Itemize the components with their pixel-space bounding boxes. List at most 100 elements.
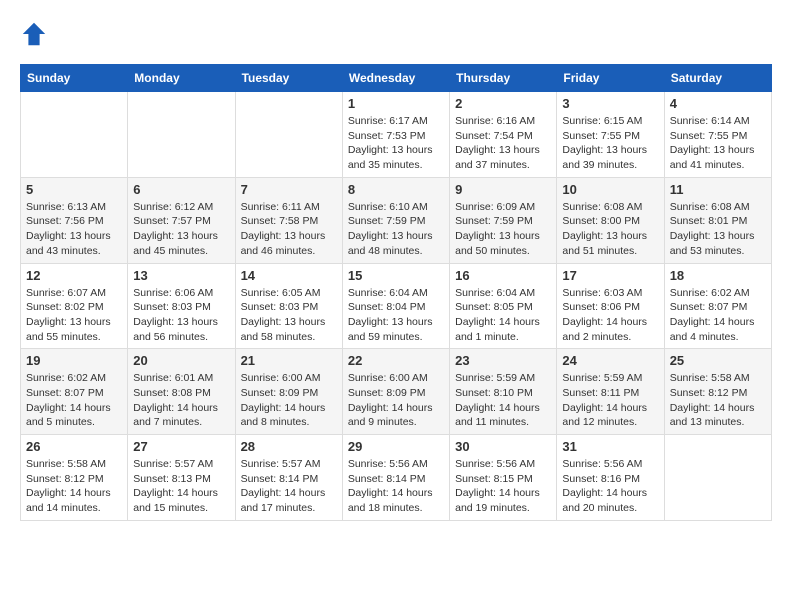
day-info: Sunrise: 6:12 AM Sunset: 7:57 PM Dayligh… bbox=[133, 200, 229, 259]
day-info: Sunrise: 6:13 AM Sunset: 7:56 PM Dayligh… bbox=[26, 200, 122, 259]
day-number: 6 bbox=[133, 182, 229, 197]
day-info: Sunrise: 6:10 AM Sunset: 7:59 PM Dayligh… bbox=[348, 200, 444, 259]
day-number: 19 bbox=[26, 353, 122, 368]
day-number: 31 bbox=[562, 439, 658, 454]
day-number: 23 bbox=[455, 353, 551, 368]
calendar-cell bbox=[21, 92, 128, 178]
day-info: Sunrise: 5:56 AM Sunset: 8:16 PM Dayligh… bbox=[562, 457, 658, 516]
weekday-header-friday: Friday bbox=[557, 65, 664, 92]
day-info: Sunrise: 5:57 AM Sunset: 8:13 PM Dayligh… bbox=[133, 457, 229, 516]
calendar-cell: 1Sunrise: 6:17 AM Sunset: 7:53 PM Daylig… bbox=[342, 92, 449, 178]
day-number: 12 bbox=[26, 268, 122, 283]
calendar-cell: 8Sunrise: 6:10 AM Sunset: 7:59 PM Daylig… bbox=[342, 177, 449, 263]
day-info: Sunrise: 6:02 AM Sunset: 8:07 PM Dayligh… bbox=[670, 286, 766, 345]
day-number: 22 bbox=[348, 353, 444, 368]
day-number: 4 bbox=[670, 96, 766, 111]
day-number: 28 bbox=[241, 439, 337, 454]
calendar-cell bbox=[664, 435, 771, 521]
calendar-cell: 22 Sunrise: 6:00 AM Sunset: 8:09 PM Dayli… bbox=[342, 349, 449, 435]
page-header bbox=[20, 20, 772, 48]
day-info: Sunrise: 6:16 AM Sunset: 7:54 PM Dayligh… bbox=[455, 114, 551, 173]
day-number: 25 bbox=[670, 353, 766, 368]
calendar-cell: 16 Sunrise: 6:04 AM Sunset: 8:05 PM Dayli… bbox=[450, 263, 557, 349]
calendar-cell: 18 Sunrise: 6:02 AM Sunset: 8:07 PM Dayli… bbox=[664, 263, 771, 349]
logo-icon bbox=[20, 20, 48, 48]
day-number: 9 bbox=[455, 182, 551, 197]
calendar-cell: 25 Sunrise: 5:58 AM Sunset: 8:12 PM Dayli… bbox=[664, 349, 771, 435]
day-info: Sunrise: 6:01 AM Sunset: 8:08 PM Dayligh… bbox=[133, 371, 229, 430]
day-info: Sunrise: 6:03 AM Sunset: 8:06 PM Dayligh… bbox=[562, 286, 658, 345]
day-info: Sunrise: 6:08 AM Sunset: 8:01 PM Dayligh… bbox=[670, 200, 766, 259]
day-number: 10 bbox=[562, 182, 658, 197]
weekday-header-saturday: Saturday bbox=[664, 65, 771, 92]
calendar-cell: 6 Sunrise: 6:12 AM Sunset: 7:57 PM Daylig… bbox=[128, 177, 235, 263]
day-number: 29 bbox=[348, 439, 444, 454]
calendar-cell: 17 Sunrise: 6:03 AM Sunset: 8:06 PM Dayli… bbox=[557, 263, 664, 349]
day-info: Sunrise: 6:04 AM Sunset: 8:05 PM Dayligh… bbox=[455, 286, 551, 345]
day-number: 13 bbox=[133, 268, 229, 283]
day-info: Sunrise: 6:14 AM Sunset: 7:55 PM Dayligh… bbox=[670, 114, 766, 173]
day-number: 21 bbox=[241, 353, 337, 368]
calendar-cell: 15Sunrise: 6:04 AM Sunset: 8:04 PM Dayli… bbox=[342, 263, 449, 349]
calendar-cell: 5 Sunrise: 6:13 AM Sunset: 7:56 PM Daylig… bbox=[21, 177, 128, 263]
weekday-header-sunday: Sunday bbox=[21, 65, 128, 92]
day-number: 3 bbox=[562, 96, 658, 111]
calendar-cell: 31 Sunrise: 5:56 AM Sunset: 8:16 PM Dayli… bbox=[557, 435, 664, 521]
day-number: 30 bbox=[455, 439, 551, 454]
calendar-cell: 13 Sunrise: 6:06 AM Sunset: 8:03 PM Dayli… bbox=[128, 263, 235, 349]
calendar-cell: 7 Sunrise: 6:11 AM Sunset: 7:58 PM Daylig… bbox=[235, 177, 342, 263]
day-number: 5 bbox=[26, 182, 122, 197]
day-info: Sunrise: 6:00 AM Sunset: 8:09 PM Dayligh… bbox=[348, 371, 444, 430]
day-number: 11 bbox=[670, 182, 766, 197]
day-info: Sunrise: 6:05 AM Sunset: 8:03 PM Dayligh… bbox=[241, 286, 337, 345]
day-number: 15 bbox=[348, 268, 444, 283]
day-number: 16 bbox=[455, 268, 551, 283]
calendar-week-row: 12 Sunrise: 6:07 AM Sunset: 8:02 PM Dayli… bbox=[21, 263, 772, 349]
calendar-cell: 21Sunrise: 6:00 AM Sunset: 8:09 PM Dayli… bbox=[235, 349, 342, 435]
calendar-cell: 9Sunrise: 6:09 AM Sunset: 7:59 PM Daylig… bbox=[450, 177, 557, 263]
weekday-header-tuesday: Tuesday bbox=[235, 65, 342, 92]
calendar-week-row: 5 Sunrise: 6:13 AM Sunset: 7:56 PM Daylig… bbox=[21, 177, 772, 263]
calendar-cell: 23 Sunrise: 5:59 AM Sunset: 8:10 PM Dayli… bbox=[450, 349, 557, 435]
day-info: Sunrise: 6:06 AM Sunset: 8:03 PM Dayligh… bbox=[133, 286, 229, 345]
calendar-cell bbox=[235, 92, 342, 178]
calendar-cell: 3Sunrise: 6:15 AM Sunset: 7:55 PM Daylig… bbox=[557, 92, 664, 178]
day-info: Sunrise: 6:17 AM Sunset: 7:53 PM Dayligh… bbox=[348, 114, 444, 173]
day-info: Sunrise: 6:07 AM Sunset: 8:02 PM Dayligh… bbox=[26, 286, 122, 345]
calendar-cell: 28 Sunrise: 5:57 AM Sunset: 8:14 PM Dayli… bbox=[235, 435, 342, 521]
calendar-cell: 26Sunrise: 5:58 AM Sunset: 8:12 PM Dayli… bbox=[21, 435, 128, 521]
calendar-cell: 24Sunrise: 5:59 AM Sunset: 8:11 PM Dayli… bbox=[557, 349, 664, 435]
calendar-cell: 29Sunrise: 5:56 AM Sunset: 8:14 PM Dayli… bbox=[342, 435, 449, 521]
calendar-week-row: 26Sunrise: 5:58 AM Sunset: 8:12 PM Dayli… bbox=[21, 435, 772, 521]
weekday-header-wednesday: Wednesday bbox=[342, 65, 449, 92]
calendar-cell bbox=[128, 92, 235, 178]
day-info: Sunrise: 6:08 AM Sunset: 8:00 PM Dayligh… bbox=[562, 200, 658, 259]
day-number: 18 bbox=[670, 268, 766, 283]
day-info: Sunrise: 5:56 AM Sunset: 8:15 PM Dayligh… bbox=[455, 457, 551, 516]
calendar-week-row: 19 Sunrise: 6:02 AM Sunset: 8:07 PM Dayli… bbox=[21, 349, 772, 435]
day-number: 17 bbox=[562, 268, 658, 283]
calendar-cell: 12 Sunrise: 6:07 AM Sunset: 8:02 PM Dayli… bbox=[21, 263, 128, 349]
calendar-cell: 19 Sunrise: 6:02 AM Sunset: 8:07 PM Dayli… bbox=[21, 349, 128, 435]
day-info: Sunrise: 5:57 AM Sunset: 8:14 PM Dayligh… bbox=[241, 457, 337, 516]
day-number: 20 bbox=[133, 353, 229, 368]
day-number: 2 bbox=[455, 96, 551, 111]
weekday-header-thursday: Thursday bbox=[450, 65, 557, 92]
day-info: Sunrise: 6:02 AM Sunset: 8:07 PM Dayligh… bbox=[26, 371, 122, 430]
weekday-header-monday: Monday bbox=[128, 65, 235, 92]
calendar-week-row: 1Sunrise: 6:17 AM Sunset: 7:53 PM Daylig… bbox=[21, 92, 772, 178]
day-number: 27 bbox=[133, 439, 229, 454]
calendar-cell: 10 Sunrise: 6:08 AM Sunset: 8:00 PM Dayli… bbox=[557, 177, 664, 263]
calendar-cell: 14Sunrise: 6:05 AM Sunset: 8:03 PM Dayli… bbox=[235, 263, 342, 349]
day-info: Sunrise: 5:59 AM Sunset: 8:10 PM Dayligh… bbox=[455, 371, 551, 430]
calendar-cell: 30 Sunrise: 5:56 AM Sunset: 8:15 PM Dayli… bbox=[450, 435, 557, 521]
weekday-header-row: SundayMondayTuesdayWednesdayThursdayFrid… bbox=[21, 65, 772, 92]
day-number: 7 bbox=[241, 182, 337, 197]
day-info: Sunrise: 6:11 AM Sunset: 7:58 PM Dayligh… bbox=[241, 200, 337, 259]
day-info: Sunrise: 5:58 AM Sunset: 8:12 PM Dayligh… bbox=[670, 371, 766, 430]
logo bbox=[20, 20, 52, 48]
calendar: SundayMondayTuesdayWednesdayThursdayFrid… bbox=[20, 64, 772, 521]
day-number: 24 bbox=[562, 353, 658, 368]
day-info: Sunrise: 5:58 AM Sunset: 8:12 PM Dayligh… bbox=[26, 457, 122, 516]
calendar-cell: 27 Sunrise: 5:57 AM Sunset: 8:13 PM Dayli… bbox=[128, 435, 235, 521]
